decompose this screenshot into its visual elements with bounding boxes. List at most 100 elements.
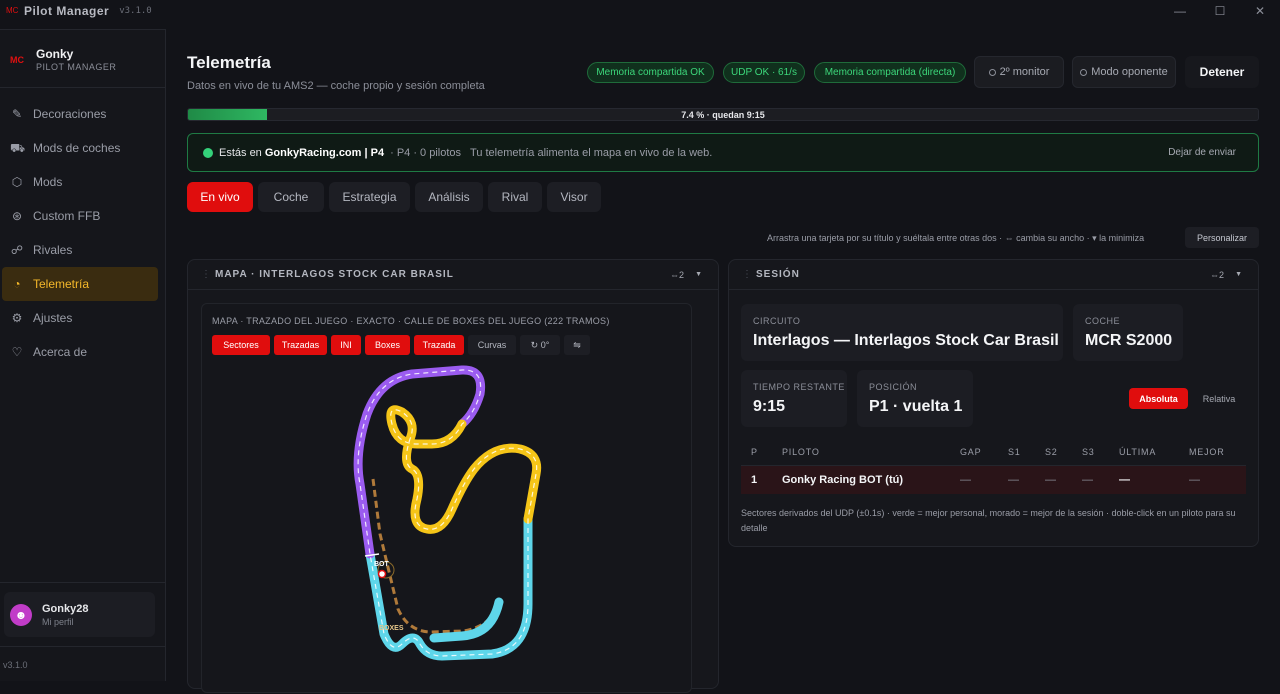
- divider: [0, 646, 165, 647]
- sidebar-item-label: Mods de coches: [33, 141, 121, 155]
- sidebar-item-ajustes[interactable]: ⚙ Ajustes: [2, 301, 158, 335]
- opponent-mode-toggle[interactable]: Modo oponente: [1072, 56, 1176, 88]
- maximize-icon[interactable]: ☐: [1200, 0, 1240, 22]
- sidebar-item-custom-ffb[interactable]: ⊛ Custom FFB: [2, 199, 158, 233]
- sidebar-item-acerca-de[interactable]: ♡ Acerca de: [2, 335, 158, 369]
- session-card: ⋮ SESIÓN ⇔2 ▼ CIRCUITO Interlagos — Inte…: [728, 259, 1259, 547]
- stat-time-remaining: TIEMPO RESTANTE 9:15: [741, 370, 847, 427]
- divider: [0, 582, 165, 583]
- radio-icon: [1080, 68, 1088, 76]
- divider: [0, 87, 165, 88]
- tab-bar: En vivo Coche Estrategia Análisis Rival …: [187, 182, 606, 212]
- sidebar-item-telemetria[interactable]: ◔ Telemetría: [2, 267, 158, 301]
- tab-coche[interactable]: Coche: [258, 182, 324, 212]
- car-marker-icon[interactable]: [377, 569, 387, 579]
- sidebar-nav: ✎ Decoraciones ⛟ Mods de coches ⬡ Mods ⊛ Cus…: [0, 97, 165, 369]
- segment-relative[interactable]: Relativa: [1192, 388, 1246, 409]
- avatar: ☻: [10, 603, 32, 626]
- session-card-header[interactable]: ⋮ SESIÓN ⇔2 ▼: [729, 260, 1258, 290]
- stat-car: COCHE MCR S2000: [1073, 304, 1183, 361]
- toggle-boxes[interactable]: Boxes: [365, 335, 410, 355]
- customize-button[interactable]: Personalizar: [1185, 227, 1259, 248]
- segment-absolute[interactable]: Absoluta: [1129, 388, 1188, 409]
- package-icon: ⬡: [11, 175, 23, 189]
- column-header: S2: [1045, 446, 1058, 457]
- banner-text: Estás en GonkyRacing.com | P4: [219, 147, 384, 159]
- cell-s2: —: [1045, 474, 1056, 486]
- tab-visor[interactable]: Visor: [547, 182, 601, 212]
- sidebar-item-decoraciones[interactable]: ✎ Decoraciones: [2, 97, 158, 131]
- session-progress-bar: 7.4 % · quedan 9:15: [187, 108, 1259, 121]
- app-logo-icon: MC: [6, 6, 19, 15]
- sector-2-path: [386, 405, 542, 534]
- minimize-card-button[interactable]: ▼: [1235, 271, 1242, 278]
- sidebar-item-rivales[interactable]: ☍ Rivales: [2, 233, 158, 267]
- tab-en-vivo[interactable]: En vivo: [187, 182, 253, 212]
- car-icon: ⛟: [10, 141, 26, 155]
- toggle-ini[interactable]: INI: [331, 335, 361, 355]
- banner-prefix: Estás en: [219, 146, 265, 159]
- drag-handle-icon[interactable]: ⋮: [742, 269, 752, 281]
- sidebar-item-mods-de-coches[interactable]: ⛟ Mods de coches: [2, 131, 158, 165]
- stat-position: POSICIÓN P1 · vuelta 1: [857, 370, 973, 427]
- banner-site: GonkyRacing.com | P4: [264, 146, 385, 159]
- resize-width-button[interactable]: ⇔2: [1210, 270, 1224, 280]
- stat-value: 9:15: [753, 398, 786, 415]
- page-subtitle: Datos en vivo de tu AMS2 — coche propio …: [187, 80, 485, 92]
- session-card-title: SESIÓN: [756, 269, 800, 280]
- close-icon[interactable]: ✕: [1240, 0, 1280, 22]
- mirror-button[interactable]: ⇋: [564, 335, 590, 355]
- minimize-card-button[interactable]: ▼: [695, 271, 702, 278]
- toggle-curvas[interactable]: Curvas: [468, 335, 516, 355]
- stat-value: MCR S2000: [1085, 332, 1173, 349]
- sidebar-item-label: Telemetría: [33, 277, 90, 291]
- sidebar-item-label: Decoraciones: [33, 107, 107, 121]
- gear-icon: ⚙: [11, 311, 23, 325]
- profile-name: Gonky28: [42, 602, 89, 615]
- stat-value: Interlagos — Interlagos Stock Car Brasil: [753, 332, 1059, 349]
- map-card: ⋮ MAPA · INTERLAGOS STOCK CAR BRASIL ⇔2 …: [187, 259, 719, 693]
- rotate-button[interactable]: ↻ 0°: [520, 335, 560, 355]
- page-title: Telemetría: [187, 53, 271, 72]
- sidebar-item-label: Ajustes: [33, 311, 73, 325]
- radio-icon: [988, 68, 996, 76]
- standings-table: P PILOTO GAP S1 S2 S3 ÚLTIMA MEJOR 1 Gon…: [741, 438, 1246, 494]
- sidebar-item-label: Mods: [33, 175, 63, 189]
- toggle-sectores[interactable]: Sectores: [212, 335, 270, 355]
- map-card-title: MAPA · INTERLAGOS STOCK CAR BRASIL: [215, 269, 454, 280]
- tab-analisis[interactable]: Análisis: [415, 182, 483, 212]
- stop-button[interactable]: Detener: [1185, 56, 1259, 88]
- tab-rival[interactable]: Rival: [488, 182, 542, 212]
- sectors-note: Sectores derivados del UDP (±0.1s) · ver…: [741, 508, 1236, 533]
- tab-estrategia[interactable]: Estrategia: [329, 182, 410, 212]
- profile-card[interactable]: ☻ Gonky28 Mi perfil: [4, 592, 155, 637]
- gauge-icon: ◔: [13, 277, 21, 291]
- toggle-trazadas[interactable]: Trazadas: [274, 335, 327, 355]
- map-card-header[interactable]: ⋮ MAPA · INTERLAGOS STOCK CAR BRASIL ⇔2 …: [188, 260, 718, 290]
- status-badge-shared-memory-direct: Memoria compartida (directa): [814, 62, 966, 83]
- brand-name: Gonky: [36, 47, 74, 61]
- second-monitor-toggle[interactable]: 2º monitor: [974, 56, 1064, 88]
- table-row[interactable]: 1 Gonky Racing BOT (tú) — — — — — —: [741, 466, 1246, 494]
- window-controls: — ☐ ✕: [1160, 0, 1280, 22]
- minimize-icon[interactable]: —: [1160, 0, 1200, 22]
- sidebar-item-label: Custom FFB: [33, 209, 101, 223]
- pit-lane: [371, 478, 501, 634]
- drag-handle-icon[interactable]: ⋮: [201, 269, 211, 281]
- map-subtitle: MAPA · TRAZADO DEL JUEGO · EXACTO · CALL…: [212, 316, 610, 326]
- column-header: MEJOR: [1189, 446, 1225, 457]
- brand-logo-icon: MC: [10, 54, 24, 65]
- layout-hint: Arrastra una tarjeta por su título y sué…: [767, 233, 1145, 243]
- stop-sending-button[interactable]: Dejar de enviar: [1168, 147, 1236, 158]
- toggle-trazada[interactable]: Trazada: [414, 335, 464, 355]
- cell-s3: —: [1082, 474, 1093, 486]
- resize-width-button[interactable]: ⇔2: [670, 270, 684, 280]
- track-map[interactable]: BOT BOXES: [202, 304, 693, 694]
- progress-label: 7.4 % · quedan 9:15: [681, 110, 765, 120]
- stat-value: P1 · vuelta 1: [869, 398, 963, 415]
- stat-label: POSICIÓN: [869, 382, 918, 392]
- sidebar-item-mods[interactable]: ⬡ Mods: [2, 165, 158, 199]
- cell-driver: Gonky Racing BOT (tú): [782, 474, 903, 486]
- column-header: S1: [1008, 446, 1021, 457]
- column-header: PILOTO: [782, 446, 820, 457]
